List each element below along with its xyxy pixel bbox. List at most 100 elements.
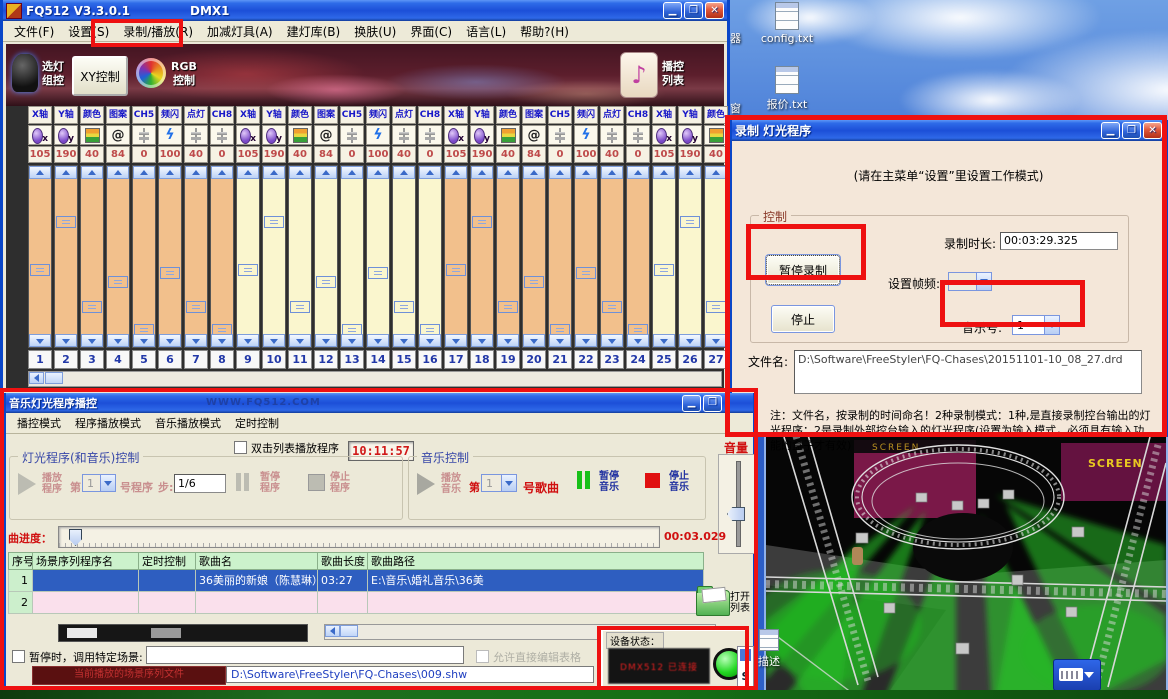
menu-item[interactable]: 文件(F) [7, 22, 61, 41]
channel-number[interactable]: 23 [600, 350, 624, 369]
fader-up-arrow[interactable] [81, 166, 103, 179]
progress-thumb[interactable] [69, 529, 82, 546]
channel-fader[interactable] [288, 165, 312, 348]
channel-number[interactable]: 3 [80, 350, 104, 369]
close-button[interactable]: ✕ [1143, 122, 1162, 139]
fader-up-arrow[interactable] [55, 166, 77, 179]
channel-number[interactable]: 12 [314, 350, 338, 369]
fader-thumb[interactable] [108, 276, 128, 288]
maximize-button[interactable]: ❐ [684, 2, 703, 19]
fader-thumb[interactable] [602, 301, 622, 313]
channel-number[interactable]: 18 [470, 350, 494, 369]
channel-fader[interactable] [54, 165, 78, 348]
fader-down-arrow[interactable] [419, 334, 441, 347]
channel-fader[interactable] [392, 165, 416, 348]
channel-number[interactable]: 24 [626, 350, 650, 369]
cell-timer[interactable] [138, 570, 195, 592]
fader-up-arrow[interactable] [601, 166, 623, 179]
channel-fader[interactable] [704, 165, 728, 348]
fader-up-arrow[interactable] [341, 166, 363, 179]
cell-program[interactable] [32, 592, 138, 614]
fader-thumb[interactable] [680, 216, 700, 228]
cell-timer[interactable] [138, 592, 195, 614]
select-group-button[interactable]: 选灯组控 [40, 60, 66, 88]
fader-up-arrow[interactable] [133, 166, 155, 179]
fader-up-arrow[interactable] [393, 166, 415, 179]
channel-number[interactable]: 10 [262, 350, 286, 369]
fader-down-arrow[interactable] [315, 334, 337, 347]
fader-up-arrow[interactable] [627, 166, 649, 179]
scroll-left-arrow[interactable] [29, 372, 44, 384]
pause-scene-checkbox[interactable]: 暂停时，调用特定场景: [12, 649, 143, 665]
channel-fader[interactable] [444, 165, 468, 348]
player-menu-item[interactable]: 音乐播放模式 [148, 414, 228, 432]
pause-scene-field[interactable] [146, 646, 464, 664]
fader-up-arrow[interactable] [523, 166, 545, 179]
fader-thumb[interactable] [654, 264, 674, 276]
fader-down-arrow[interactable] [211, 334, 233, 347]
menu-item[interactable]: 帮助?(H) [513, 22, 576, 41]
fader-up-arrow[interactable] [575, 166, 597, 179]
channel-number[interactable]: 9 [236, 350, 260, 369]
channel-fader[interactable] [496, 165, 520, 348]
channel-fader[interactable] [158, 165, 182, 348]
table-row[interactable]: 1 36美丽的新娘（陈慧琳）- 北 03:27 E:\音乐\婚礼音乐\36美 [8, 570, 704, 592]
channel-number[interactable]: 20 [522, 350, 546, 369]
fader-down-arrow[interactable] [653, 334, 675, 347]
rgb-control-button[interactable]: RGB控制 [168, 60, 200, 88]
main-titlebar[interactable]: FQ512 V3.3.0.1 DMX1 ▁ ❐ ✕ [3, 0, 727, 21]
channel-number[interactable]: 21 [548, 350, 572, 369]
fader-down-arrow[interactable] [29, 334, 51, 347]
close-button[interactable]: ✕ [705, 2, 724, 19]
fader-down-arrow[interactable] [237, 334, 259, 347]
channel-fader[interactable] [262, 165, 286, 348]
stop-music-icon[interactable] [645, 473, 660, 488]
fader-thumb[interactable] [368, 267, 388, 279]
fader-down-arrow[interactable] [549, 334, 571, 347]
fader-up-arrow[interactable] [705, 166, 727, 179]
fader-up-arrow[interactable] [549, 166, 571, 179]
fader-down-arrow[interactable] [601, 334, 623, 347]
current-file-field[interactable]: D:\Software\FreeStyler\FQ-Chases\009.shw [226, 666, 594, 683]
stop-record-button[interactable]: 停止 [771, 305, 835, 333]
play-music-icon[interactable] [417, 473, 435, 495]
scroll-left-arrow[interactable] [325, 625, 340, 637]
record-dialog-titlebar[interactable]: 录制 灯光程序 ▁ ❐ ✕ [732, 120, 1165, 141]
fader-thumb[interactable] [316, 276, 336, 288]
fader-down-arrow[interactable] [497, 334, 519, 347]
filename-field[interactable]: D:\Software\FreeStyler\FQ-Chases\2015110… [794, 350, 1142, 394]
menu-item[interactable]: 语言(L) [459, 22, 513, 41]
fader-up-arrow[interactable] [211, 166, 233, 179]
table-header-cell[interactable]: 定时控制 [138, 552, 195, 570]
cell-length[interactable] [317, 592, 367, 614]
taskbar[interactable] [0, 690, 1168, 699]
xy-control-button[interactable]: XY控制 [72, 56, 128, 96]
fader-thumb[interactable] [472, 216, 492, 228]
scroll-thumb[interactable] [45, 372, 63, 384]
fader-thumb[interactable] [498, 301, 518, 313]
fader-thumb[interactable] [446, 264, 466, 276]
channel-number[interactable]: 6 [158, 350, 182, 369]
fader-down-arrow[interactable] [133, 334, 155, 347]
cell-path[interactable] [367, 592, 704, 614]
table-header-cell[interactable]: 场景序列程序名 [32, 552, 138, 570]
channel-number[interactable]: 4 [106, 350, 130, 369]
channel-number[interactable]: 16 [418, 350, 442, 369]
open-list-folder-icon[interactable] [696, 590, 730, 616]
player-titlebar[interactable]: 音乐灯光程序播控 WWW.FQ512.COM ▁ ❐ [6, 393, 753, 413]
fader-down-arrow[interactable] [341, 334, 363, 347]
fader-thumb[interactable] [186, 301, 206, 313]
fader-up-arrow[interactable] [679, 166, 701, 179]
pause-music-icon[interactable] [577, 471, 593, 492]
fader-up-arrow[interactable] [445, 166, 467, 179]
fader-down-arrow[interactable] [289, 334, 311, 347]
dblclick-checkbox[interactable]: 双击列表播放程序 [234, 440, 339, 456]
stop-program-icon[interactable] [308, 474, 325, 491]
step-input[interactable]: 1/6 [174, 474, 226, 493]
menu-item[interactable]: 设置(S) [61, 22, 116, 41]
fader-thumb[interactable] [56, 216, 76, 228]
fader-thumb[interactable] [30, 264, 50, 276]
channel-number[interactable]: 25 [652, 350, 676, 369]
channel-fader[interactable] [28, 165, 52, 348]
fader-up-arrow[interactable] [497, 166, 519, 179]
